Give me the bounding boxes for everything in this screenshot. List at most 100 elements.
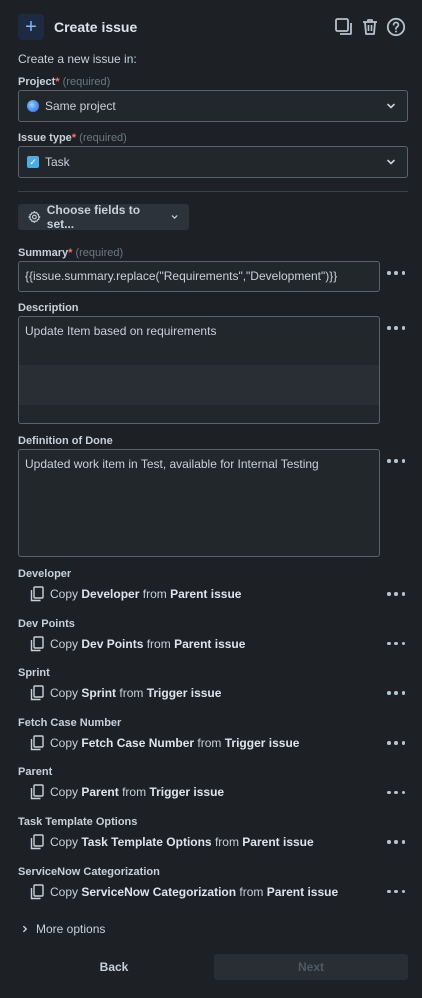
required-mark: *	[68, 247, 73, 259]
choose-fields-label: Choose fields to set...	[46, 203, 141, 231]
chevron-down-icon	[171, 215, 178, 220]
description-value: Update Item based on requirements	[25, 324, 217, 338]
definition-of-done-value: Updated work item in Test, available for…	[25, 457, 319, 471]
back-button[interactable]: Back	[18, 954, 210, 980]
trash-icon[interactable]	[360, 17, 380, 37]
copy-field-more-icon[interactable]	[387, 690, 405, 696]
page-title: Create issue	[54, 19, 138, 35]
copy-field-more-icon[interactable]	[387, 889, 405, 895]
description-label-text: Description	[18, 302, 79, 314]
project-label-text: Project	[18, 76, 56, 88]
required-hint: (required)	[79, 132, 127, 144]
copy-field-more-icon[interactable]	[387, 740, 405, 746]
help-icon[interactable]	[386, 17, 406, 37]
copy-source: Parent issue	[170, 587, 242, 601]
copy-from: from	[119, 686, 144, 701]
definition-of-done-more-icon[interactable]	[387, 458, 405, 464]
copy-from: from	[122, 785, 147, 800]
textarea-stripe	[19, 365, 379, 405]
copy-source: Trigger issue	[224, 735, 300, 750]
issue-type-value: Task	[45, 155, 70, 169]
copy-field-more-icon[interactable]	[387, 591, 405, 597]
globe-icon	[27, 100, 39, 112]
copy-field-label: Parent	[18, 766, 53, 779]
copy-field-name: Fetch Case Number	[81, 735, 195, 750]
copy-from: from	[239, 884, 264, 899]
description-more-icon[interactable]	[387, 325, 405, 331]
project-label: Project* (required)	[18, 76, 110, 88]
copy-field-row[interactable]: Copy Task Template Options from Parent i…	[30, 833, 314, 851]
copy-from: from	[142, 587, 167, 601]
definition-of-done-textarea[interactable]: Updated work item in Test, available for…	[18, 449, 380, 557]
issue-type-label-text: Issue type	[18, 132, 72, 144]
copy-prefix: Copy	[50, 636, 79, 651]
chevron-down-icon	[387, 159, 395, 165]
required-mark: *	[71, 132, 77, 144]
copy-icon	[30, 883, 44, 899]
copy-field-row[interactable]: Copy Dev Points from Parent issue	[30, 635, 245, 653]
copy-icon	[30, 635, 44, 651]
plus-icon[interactable]: +	[18, 14, 44, 40]
summary-more-icon[interactable]	[387, 270, 405, 276]
copy-prefix: Copy	[50, 735, 79, 750]
copy-field-row[interactable]: Copy ServiceNow Categorization from Pare…	[30, 883, 338, 901]
copy-field-name: Parent	[81, 785, 119, 800]
summary-value: {{issue.summary.replace("Requirements","…	[25, 269, 338, 283]
copy-source: Trigger issue	[146, 686, 222, 701]
copy-source: Parent issue	[266, 884, 339, 899]
definition-of-done-label: Definition of Done	[18, 435, 113, 447]
more-options-label: More options	[36, 922, 106, 936]
copy-prefix: Copy	[50, 587, 79, 601]
copy-field-more-icon[interactable]	[387, 641, 405, 647]
required-hint: (required)	[75, 247, 124, 259]
copy-source: Parent issue	[242, 835, 314, 849]
next-button[interactable]: Next	[214, 954, 408, 980]
more-options-toggle[interactable]: More options	[20, 922, 105, 936]
copy-source: Parent issue	[174, 636, 246, 651]
issue-type-label: Issue type* (required)	[18, 132, 127, 144]
copy-field-name: Dev Points	[81, 636, 144, 651]
copy-from: from	[214, 835, 239, 849]
choose-fields-button[interactable]: Choose fields to set...	[18, 203, 189, 231]
copy-field-label: Dev Points	[18, 617, 75, 630]
header: + Create issue	[18, 12, 406, 42]
required-mark: *	[55, 76, 60, 88]
copy-field-name: Sprint	[81, 686, 117, 701]
copy-field-label: Task Template Options	[18, 816, 138, 828]
header-actions	[334, 17, 406, 37]
copy-field-more-icon[interactable]	[387, 789, 405, 795]
copy-field-row[interactable]: Copy Fetch Case Number from Trigger issu…	[30, 734, 299, 752]
copy-icon	[30, 586, 44, 602]
required-hint: (required)	[62, 76, 111, 88]
copy-field-name: ServiceNow Categorization	[81, 884, 237, 899]
copy-icon	[30, 685, 44, 701]
summary-label: Summary* (required)	[18, 247, 123, 259]
copy-field-more-icon[interactable]	[387, 839, 405, 845]
task-icon: ✓	[27, 156, 39, 168]
copy-field-row[interactable]: Copy Sprint from Trigger issue	[30, 684, 221, 702]
copy-from: from	[197, 735, 222, 750]
description-textarea[interactable]: Update Item based on requirements	[18, 316, 380, 424]
copy-field-label: Developer	[18, 568, 72, 580]
copy-prefix: Copy	[50, 884, 79, 899]
duplicate-icon[interactable]	[334, 17, 354, 37]
summary-label-text: Summary	[18, 247, 69, 259]
description-label: Description	[18, 302, 79, 314]
issue-type-select[interactable]: ✓ Task	[18, 146, 408, 178]
copy-field-name: Developer	[81, 587, 140, 601]
copy-field-label: Sprint	[18, 667, 50, 680]
copy-field-name: Task Template Options	[81, 835, 212, 849]
copy-icon	[30, 735, 44, 750]
copy-icon	[30, 784, 44, 800]
summary-input[interactable]: {{issue.summary.replace("Requirements","…	[18, 261, 380, 292]
divider	[18, 191, 408, 192]
copy-prefix: Copy	[50, 785, 79, 800]
copy-field-row[interactable]: Copy Developer from Parent issue	[30, 585, 241, 603]
project-select[interactable]: Same project	[18, 90, 408, 122]
copy-prefix: Copy	[50, 686, 79, 701]
copy-field-row[interactable]: Copy Parent from Trigger issue	[30, 783, 224, 801]
copy-field-label: Fetch Case Number	[18, 716, 122, 729]
definition-of-done-label-text: Definition of Done	[18, 435, 113, 447]
intro-text: Create a new issue in:	[18, 52, 137, 66]
copy-prefix: Copy	[50, 835, 79, 849]
